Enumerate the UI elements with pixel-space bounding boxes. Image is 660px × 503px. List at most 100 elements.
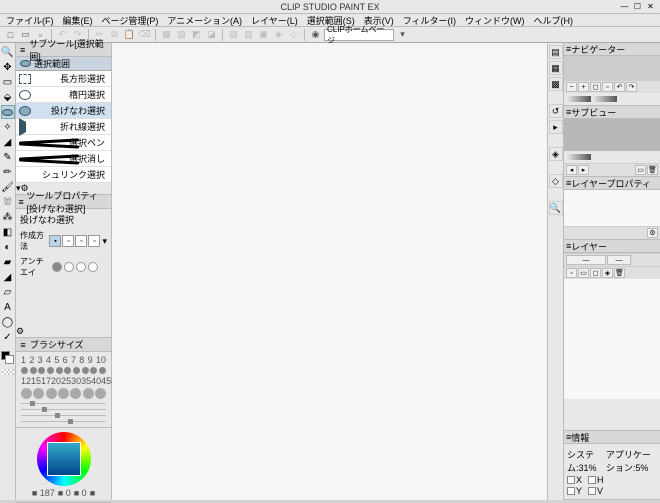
sv-del-icon[interactable]: 🗑 (647, 165, 658, 175)
menu-animation[interactable]: アニメーション(A) (163, 14, 246, 27)
color-square[interactable] (47, 442, 81, 476)
deco-icon[interactable]: ⁂ (1, 210, 15, 224)
search-layer-icon[interactable]: 🔍 (549, 201, 563, 215)
panel-menu-icon[interactable]: ≡ (18, 340, 28, 350)
clip-icon[interactable]: ◉ (309, 28, 322, 41)
layer-new-icon[interactable]: ▫ (566, 268, 577, 278)
material2-icon[interactable]: ▩ (549, 77, 563, 91)
selection-icon[interactable] (1, 105, 15, 119)
subview-area[interactable] (564, 119, 660, 151)
subtool-item-selectpen[interactable]: 選択ペン (16, 135, 111, 151)
lp-opt-icon[interactable]: ⚙ (647, 228, 658, 238)
rot-slider[interactable] (593, 96, 617, 102)
figure-icon[interactable]: ▱ (1, 285, 15, 299)
brush-preset[interactable] (56, 367, 63, 374)
brush-preset[interactable] (70, 388, 81, 399)
mode-int-icon[interactable]: ▫ (88, 235, 100, 247)
nav-rot-l-icon[interactable]: ↶ (614, 82, 625, 92)
info-h-check[interactable] (588, 476, 596, 484)
aa-weak-icon[interactable] (64, 262, 74, 272)
aa-mid-icon[interactable] (76, 262, 86, 272)
fill-icon[interactable]: ▰ (1, 255, 15, 269)
brush-preset[interactable] (82, 367, 89, 374)
slider[interactable] (21, 413, 106, 418)
layer-trash-icon[interactable]: 🗑 (614, 268, 625, 278)
subview-slider[interactable] (567, 154, 591, 160)
airbrush-icon[interactable]: ⛆ (1, 195, 15, 209)
opacity-field[interactable]: ― (607, 255, 631, 265)
menu-page[interactable]: ページ管理(P) (98, 14, 163, 27)
layer-list[interactable] (564, 279, 660, 399)
layer-fx-icon[interactable]: ◈ (602, 268, 613, 278)
menu-filter[interactable]: フィルター(I) (399, 14, 460, 27)
aa-none-icon[interactable] (52, 262, 62, 272)
brush-preset[interactable] (95, 388, 106, 399)
layer-folder-icon[interactable]: ▭ (578, 268, 589, 278)
pen-icon[interactable]: ✎ (1, 150, 15, 164)
eraser-icon[interactable]: ◧ (1, 225, 15, 239)
menu-edit[interactable]: 編集(E) (59, 14, 97, 27)
slider[interactable] (21, 401, 106, 406)
slider[interactable] (21, 407, 106, 412)
brush-preset[interactable] (99, 367, 106, 374)
material-icon[interactable]: ▦ (549, 61, 563, 75)
dropmenu-icon[interactable]: ▾ (396, 28, 409, 41)
auto-action-icon[interactable]: ▸ (549, 120, 563, 134)
brush-preset[interactable] (47, 367, 54, 374)
info-y-check[interactable] (567, 487, 575, 495)
brush-preset[interactable] (64, 367, 71, 374)
new-icon[interactable]: □ (4, 28, 17, 41)
brush-preset[interactable] (21, 367, 28, 374)
subtool-item-ellipse[interactable]: 楕円選択 (16, 87, 111, 103)
nav-100-icon[interactable]: ▫ (602, 82, 613, 92)
brush-preset[interactable] (46, 388, 57, 399)
brush-preset[interactable] (33, 388, 44, 399)
menu-layer[interactable]: レイヤー(L) (247, 14, 302, 27)
balloon-icon[interactable]: ◯ (1, 315, 15, 329)
history-icon[interactable]: ↺ (549, 104, 563, 118)
transparent-swatch[interactable] (2, 369, 14, 375)
mode-add-icon[interactable]: ▫ (62, 235, 74, 247)
delete-icon[interactable]: ⌫ (138, 28, 151, 41)
gradient-icon[interactable]: ◢ (1, 270, 15, 284)
wand-icon[interactable]: ✧ (1, 120, 15, 134)
grid-icon[interactable]: ▥ (242, 28, 255, 41)
select-all-icon[interactable]: ▦ (160, 28, 173, 41)
menu-help[interactable]: ヘルプ(H) (530, 14, 578, 27)
item-bank-icon[interactable]: ◇ (549, 174, 563, 188)
maximize-icon[interactable]: ☐ (632, 2, 643, 12)
subtool-item-lasso[interactable]: 投げなわ選択 (16, 103, 111, 119)
blend-icon[interactable]: ◐ (1, 240, 15, 254)
tp-wrench-icon[interactable]: ⚙ (16, 326, 24, 336)
correct-icon[interactable]: ✓ (1, 330, 15, 344)
mode-sub-icon[interactable]: ▫ (75, 235, 87, 247)
copy-icon[interactable]: ⧉ (108, 28, 121, 41)
brush-icon[interactable]: 🖌 (1, 180, 15, 194)
clip-field[interactable]: CLIPホームページ (324, 29, 394, 41)
snap3-icon[interactable]: ◇ (287, 28, 300, 41)
info-v-check[interactable] (588, 487, 596, 495)
zoom-icon[interactable]: 🔍 (1, 45, 15, 59)
panel-menu-icon[interactable]: ≡ (18, 45, 27, 55)
shrink-icon[interactable]: ◪ (205, 28, 218, 41)
color-wheel[interactable] (37, 432, 91, 486)
brush-preset[interactable] (21, 388, 32, 399)
color-swatch[interactable] (1, 351, 14, 364)
nav-zoom-in-icon[interactable]: + (578, 82, 589, 92)
subtool-item-selecterase[interactable]: 選択消し (16, 151, 111, 167)
info-x-check[interactable] (567, 476, 575, 484)
subtool-item-polyline[interactable]: 折れ線選択 (16, 119, 111, 135)
quick-access-icon[interactable]: ▤ (549, 45, 563, 59)
menu-file[interactable]: ファイル(F) (2, 14, 58, 27)
nav-rot-r-icon[interactable]: ↷ (626, 82, 637, 92)
invert-icon[interactable]: ◩ (190, 28, 203, 41)
operate-icon[interactable]: ▭ (1, 75, 15, 89)
panel-menu-icon[interactable]: ≡ (18, 197, 24, 207)
brush-preset[interactable] (73, 367, 80, 374)
mode-extra-icon[interactable]: ▾ (102, 236, 107, 247)
move-icon[interactable]: ✥ (1, 60, 15, 74)
brush-preset[interactable] (38, 367, 45, 374)
brush-preset[interactable] (30, 367, 37, 374)
brush-preset[interactable] (83, 388, 94, 399)
deselect-icon[interactable]: ▨ (175, 28, 188, 41)
